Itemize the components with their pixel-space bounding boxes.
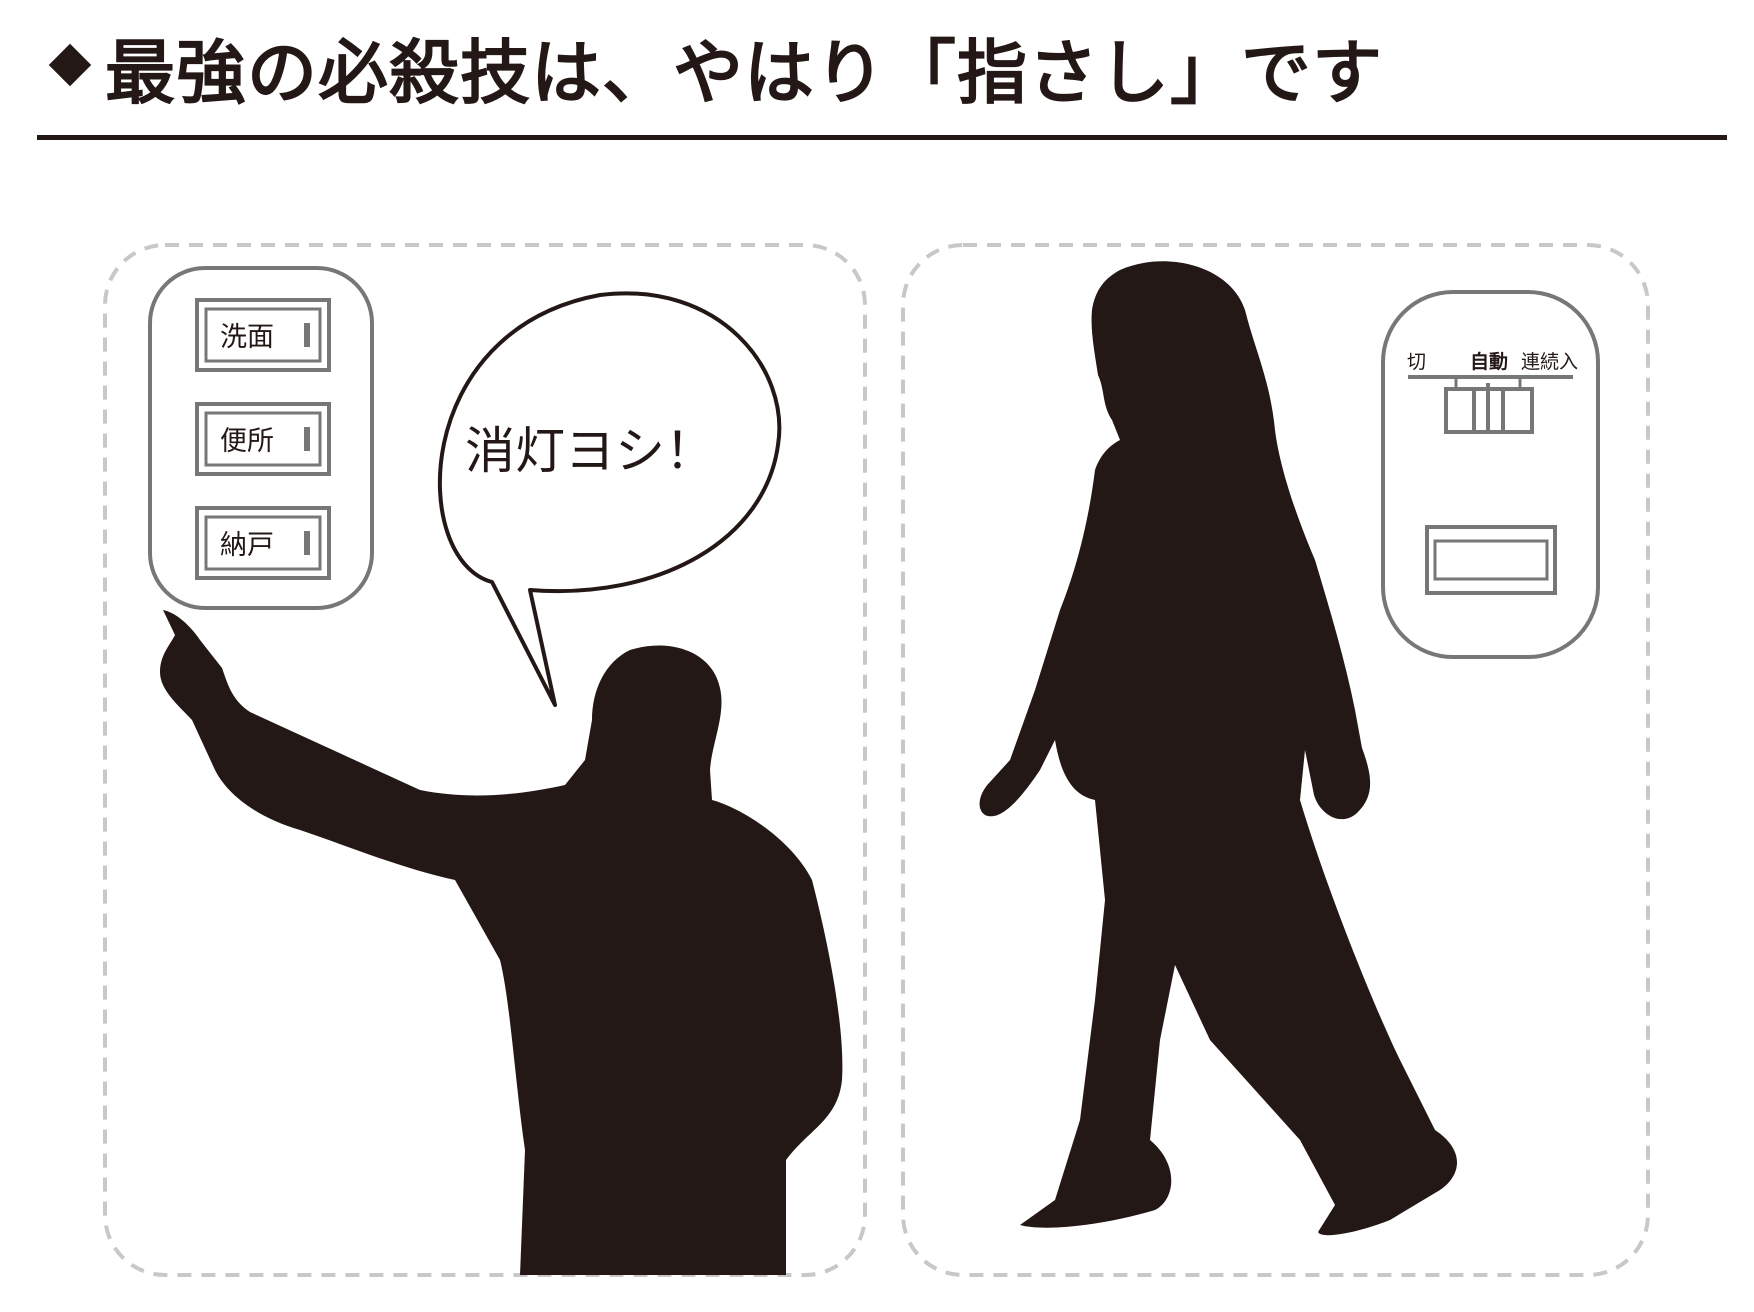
mode-label-auto: 自動 <box>1470 350 1508 373</box>
switch-indicator-icon <box>304 531 310 555</box>
switch-indicator-icon <box>304 323 310 347</box>
switch-label: 納戸 <box>220 530 274 561</box>
switch-label: 洗面 <box>220 322 274 353</box>
switch-indicator-icon <box>304 427 310 451</box>
pointing-person-silhouette <box>160 610 843 1275</box>
mode-label-off: 切 <box>1407 351 1426 373</box>
switch-label: 便所 <box>220 426 274 457</box>
speech-bubble-shape <box>437 291 782 707</box>
right-panel: 切 自動 連続入 <box>901 243 1650 1277</box>
light-switch-plate: 洗面 便所 納戸 <box>148 266 374 610</box>
left-panel: 洗面 便所 納戸 消灯ヨシ！ <box>103 243 867 1277</box>
mode-switch-plate-outline <box>1381 290 1600 659</box>
speech-bubble-text: 消灯ヨシ！ <box>465 422 715 480</box>
mode-switch-plate: 切 自動 連続入 <box>1381 290 1600 659</box>
illustration: 洗面 便所 納戸 消灯ヨシ！ 切 自動 連続入 <box>103 243 1650 1277</box>
mode-label-continuous: 連続入 <box>1521 351 1578 373</box>
speech-bubble: 消灯ヨシ！ <box>437 291 782 707</box>
